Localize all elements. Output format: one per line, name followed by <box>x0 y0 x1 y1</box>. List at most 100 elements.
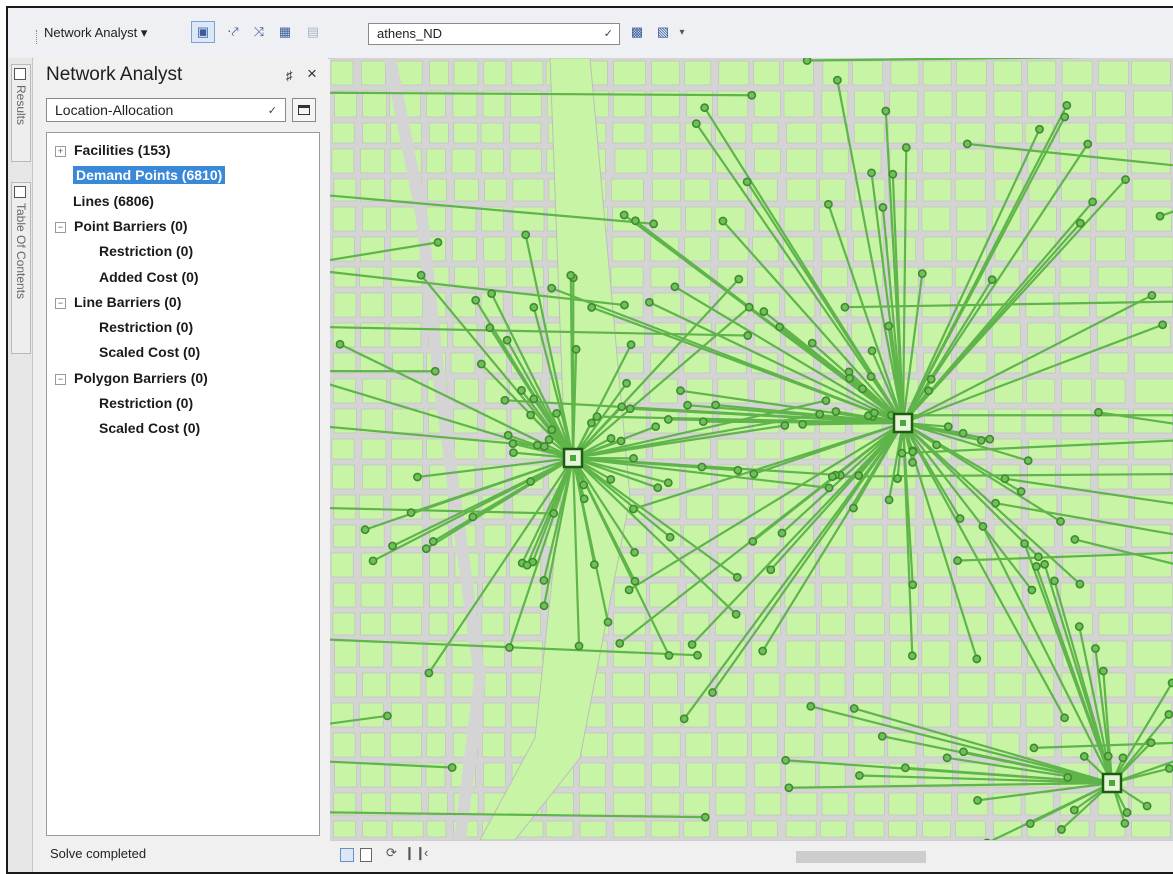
toolbar-options-icon[interactable]: ▾ <box>676 21 688 43</box>
data-view-button[interactable] <box>340 848 354 862</box>
city-block <box>391 793 422 815</box>
collapse-icon[interactable]: − <box>55 374 66 385</box>
analysis-layer-value: Location-Allocation <box>55 102 173 118</box>
tab-table-of-contents[interactable]: Table Of Contents <box>11 182 31 354</box>
city-block <box>483 763 505 787</box>
tree-item[interactable]: Restriction (0) <box>99 316 193 338</box>
demand-point <box>859 385 866 392</box>
city-block <box>1131 61 1170 85</box>
layer-properties-button[interactable] <box>292 98 316 122</box>
map-view[interactable] <box>330 58 1173 840</box>
tree-item[interactable]: Scaled Cost (0) <box>99 341 200 363</box>
city-block <box>922 613 950 635</box>
tree-item[interactable]: Lines (6806) <box>73 190 154 212</box>
network-analyst-window-icon[interactable]: ▣ <box>191 21 215 43</box>
tree-item[interactable]: −Line Barriers (0) <box>55 291 181 313</box>
tree-item[interactable]: Demand Points (6810) <box>73 164 225 186</box>
city-block <box>888 123 916 143</box>
tree-item[interactable]: Restriction (0) <box>99 392 193 414</box>
demand-point <box>389 542 396 549</box>
network-analyst-menu[interactable]: Network Analyst ▾ <box>44 25 147 41</box>
demand-point <box>588 304 595 311</box>
demand-point <box>631 549 638 556</box>
city-block <box>613 763 645 787</box>
collapse-icon[interactable]: − <box>55 222 66 233</box>
layout-view-button[interactable] <box>360 848 372 862</box>
tab-results[interactable]: Results <box>11 64 31 162</box>
city-block <box>455 439 479 459</box>
refresh-icon[interactable]: ⟳ <box>386 845 397 861</box>
demand-point <box>505 432 512 439</box>
solve-icon[interactable]: ▦ <box>274 21 296 43</box>
build-icon[interactable]: ▩ <box>626 21 648 43</box>
city-block <box>1061 465 1091 489</box>
city-block <box>426 91 445 117</box>
city-block <box>393 583 424 607</box>
demand-point <box>575 642 582 649</box>
demand-point <box>928 376 935 383</box>
directions-icon[interactable]: ▤ <box>302 21 324 43</box>
demand-point <box>580 481 587 488</box>
demand-point <box>856 772 863 779</box>
demand-point <box>807 703 814 710</box>
analysis-layer-combo[interactable]: Location-Allocation ✓ <box>46 98 286 122</box>
tree-item[interactable]: −Point Barriers (0) <box>55 215 188 237</box>
city-block <box>1062 379 1092 403</box>
facility-center <box>570 455 576 461</box>
toolbar-grip[interactable] <box>36 30 39 44</box>
pin-icon[interactable]: ♯ <box>286 68 293 83</box>
collapse-icon[interactable]: − <box>55 298 66 309</box>
city-block <box>1028 323 1056 347</box>
city-block <box>652 61 680 85</box>
city-block <box>993 61 1021 85</box>
tree-item[interactable]: Restriction (0) <box>99 240 193 262</box>
city-block <box>922 207 950 231</box>
time-window-icon[interactable]: ▧ <box>652 21 674 43</box>
demand-point <box>627 405 634 412</box>
city-block <box>890 91 918 117</box>
demand-point <box>623 380 630 387</box>
create-features-icon[interactable]: ⋅⤤ <box>222 21 244 43</box>
city-block <box>427 821 446 837</box>
tree-item-label: Scaled Cost (0) <box>99 420 200 436</box>
network-dataset-combo[interactable]: athens_ND ✓ <box>368 23 620 45</box>
scroll-left-icon[interactable]: ‹ <box>424 845 428 860</box>
city-block <box>1134 123 1173 143</box>
demand-point <box>486 324 493 331</box>
horizontal-scrollbar[interactable] <box>796 851 926 863</box>
pause-icon[interactable]: ❙❙ <box>404 845 426 861</box>
city-block <box>1095 91 1125 117</box>
city-block <box>333 733 355 757</box>
demand-point <box>432 368 439 375</box>
demand-point <box>1018 488 1025 495</box>
demand-point <box>530 304 537 311</box>
city-block <box>955 821 985 837</box>
tree-item[interactable]: Added Cost (0) <box>99 266 199 288</box>
tree-item[interactable]: +Facilities (153) <box>55 139 171 161</box>
demand-point <box>1159 321 1166 328</box>
demand-point <box>974 797 981 804</box>
expand-icon[interactable]: + <box>55 146 66 157</box>
close-icon[interactable]: × <box>307 64 317 84</box>
demand-point <box>1071 806 1078 813</box>
demand-point <box>573 346 580 353</box>
demand-point <box>627 341 634 348</box>
table-of-contents-icon <box>14 186 26 198</box>
tree-item[interactable]: Scaled Cost (0) <box>99 417 200 439</box>
city-block <box>718 525 748 547</box>
select-move-icon[interactable]: ⤨ <box>248 21 270 43</box>
tree-item-label: Restriction (0) <box>99 395 193 411</box>
map-canvas[interactable] <box>330 58 1173 840</box>
city-block <box>615 149 647 173</box>
demand-point <box>885 322 892 329</box>
city-block <box>455 179 479 201</box>
demand-point <box>681 715 688 722</box>
city-block <box>485 267 507 287</box>
city-block <box>546 821 573 837</box>
demand-point <box>425 669 432 676</box>
demand-point <box>336 341 343 348</box>
demand-point <box>776 323 783 330</box>
tree-item[interactable]: −Polygon Barriers (0) <box>55 367 208 389</box>
demand-point <box>1123 809 1130 816</box>
city-block <box>390 673 421 697</box>
